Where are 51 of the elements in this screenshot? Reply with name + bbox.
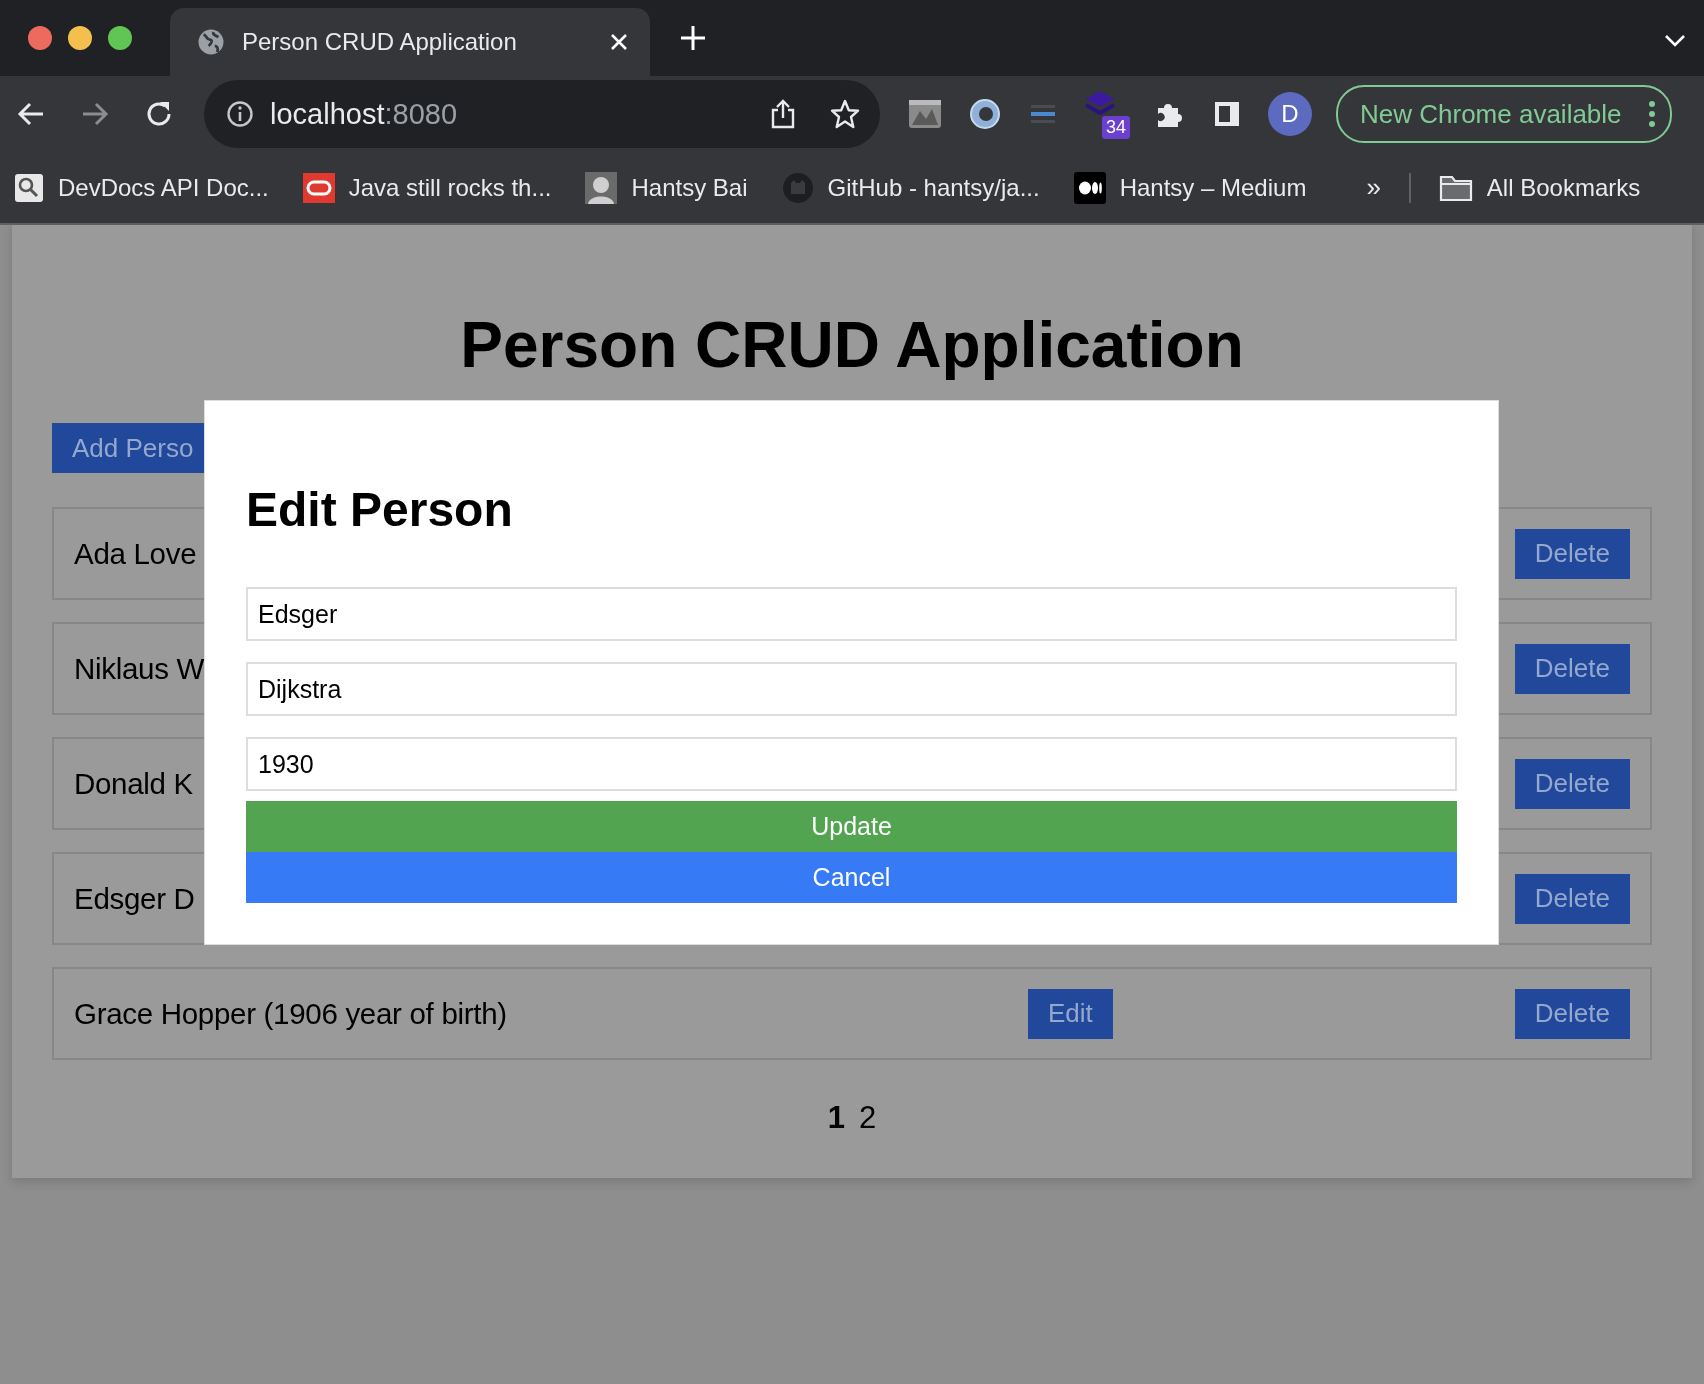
person-name: Donald K [74, 766, 193, 801]
globe-icon [196, 27, 226, 57]
ring-icon[interactable] [968, 97, 1002, 131]
person-name: Ada Love [74, 536, 197, 571]
delete-button[interactable]: Delete [1514, 528, 1630, 579]
input-field[interactable]: 1930 [246, 737, 1457, 791]
page-link[interactable]: 1 [827, 1100, 845, 1136]
input-field[interactable]: Edsger [246, 587, 1457, 641]
delete-button[interactable]: Delete [1514, 643, 1630, 694]
person-name: Edsger D [74, 881, 195, 916]
kebab-menu-icon[interactable] [1647, 100, 1656, 128]
edit-button[interactable]: Edit [1028, 988, 1113, 1039]
more-bookmarks[interactable]: » [1366, 172, 1381, 203]
delete-button[interactable]: Delete [1514, 758, 1630, 809]
share-icon[interactable] [770, 99, 796, 129]
new-tab-icon[interactable] [680, 25, 706, 51]
input-field[interactable]: Dijkstra [246, 662, 1457, 716]
page-title: Person CRUD Application [459, 308, 1245, 383]
delete-button[interactable]: Delete [1514, 873, 1630, 924]
search-icon [14, 172, 44, 203]
star-icon[interactable] [830, 99, 860, 129]
close-window-icon[interactable] [28, 26, 52, 50]
delete-button[interactable]: Delete [1514, 988, 1630, 1039]
info-icon[interactable] [226, 100, 254, 128]
notification-badge: 34 [1101, 116, 1130, 139]
add-person-button[interactable]: Add Perso [52, 423, 204, 473]
profile-avatar[interactable]: D [1268, 92, 1312, 136]
bookmark[interactable]: Java still rocks th... [302, 172, 552, 203]
minimize-window-icon[interactable] [68, 26, 92, 50]
close-icon[interactable] [610, 33, 628, 51]
maximize-window-icon[interactable] [108, 26, 132, 50]
browser-tab[interactable]: Person CRUD Application [170, 8, 650, 76]
all-bookmarks[interactable]: All Bookmarks [1438, 173, 1641, 202]
side-panel-icon[interactable] [1212, 99, 1242, 129]
folder-icon [1438, 173, 1473, 202]
person-name: Niklaus W [74, 651, 205, 686]
cancel-button[interactable]: Cancel [246, 852, 1457, 903]
bookmark[interactable]: GitHub - hantsy/ja... [781, 171, 1040, 204]
address-bar[interactable]: localhost:8080 [204, 80, 880, 148]
update-button[interactable]: New Chrome available [1336, 85, 1672, 143]
bookmark[interactable]: Hantsy – Medium [1073, 171, 1307, 204]
dialog-title: Edit Person [246, 482, 514, 538]
page-link[interactable]: 2 [859, 1100, 877, 1136]
bookmark[interactable]: DevDocs API Doc... [14, 172, 269, 203]
avatar-icon [585, 171, 618, 204]
pill-icon [302, 172, 335, 203]
bookmark[interactable]: Hantsy Bai [585, 171, 748, 204]
dots-icon [1073, 171, 1106, 204]
extension-icon[interactable] [908, 97, 942, 131]
person-name: Grace Hopper (1906 year of birth) [74, 996, 507, 1031]
chevron-down-icon[interactable] [1664, 34, 1686, 48]
